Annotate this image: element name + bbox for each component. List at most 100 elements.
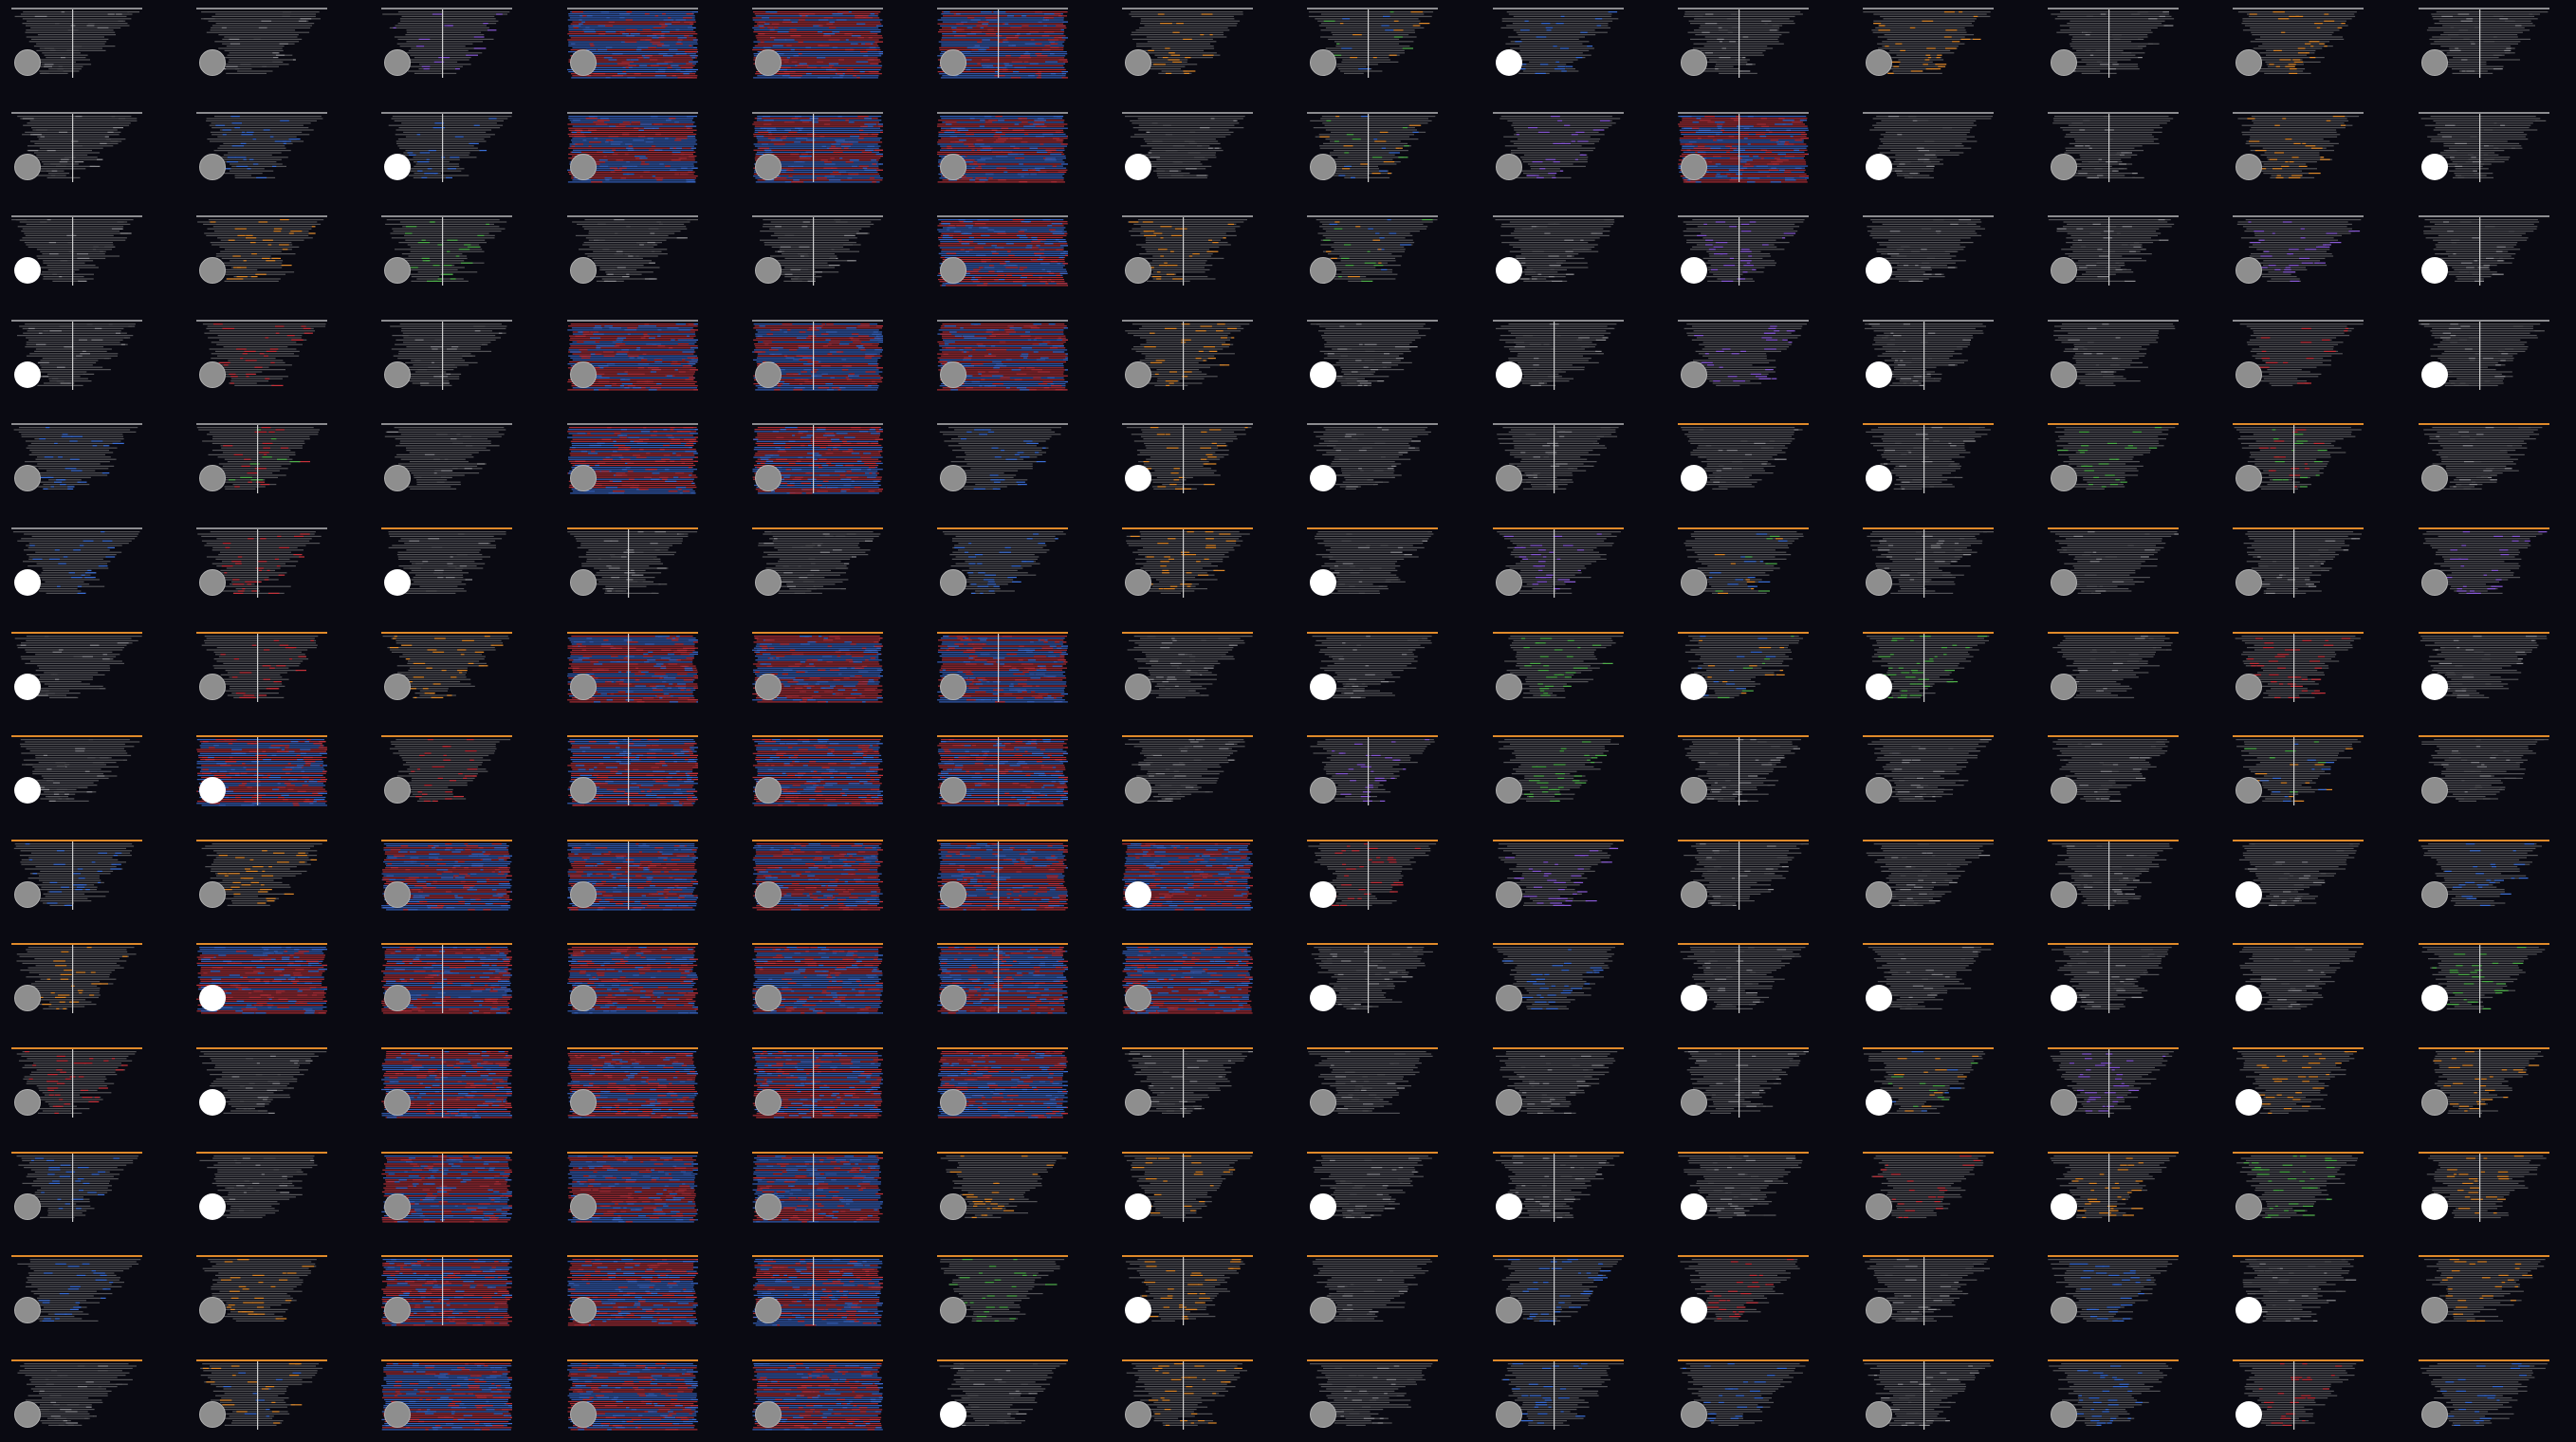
circle-toggle-icon[interactable]	[940, 361, 966, 388]
circle-toggle-icon[interactable]	[755, 361, 782, 388]
thumbnail-cell[interactable]	[2048, 215, 2179, 287]
circle-toggle-icon[interactable]	[1310, 361, 1336, 388]
thumbnail-cell[interactable]	[1307, 112, 1438, 184]
thumbnail-cell[interactable]	[196, 8, 327, 80]
circle-toggle-icon[interactable]	[755, 49, 782, 76]
thumbnail-cell[interactable]	[1863, 112, 1994, 184]
thumbnail-cell[interactable]	[1122, 112, 1253, 184]
thumbnail-cell[interactable]	[752, 112, 883, 184]
circle-toggle-icon[interactable]	[755, 257, 782, 284]
thumbnail-cell[interactable]	[1307, 8, 1438, 80]
circle-toggle-icon[interactable]	[1496, 49, 1522, 76]
thumbnail-cell[interactable]	[1678, 215, 1809, 287]
thumbnail-cell[interactable]	[1493, 215, 1624, 287]
circle-toggle-icon[interactable]	[1310, 257, 1336, 284]
thumbnail-cell[interactable]	[2419, 8, 2549, 80]
thumbnail-cell[interactable]	[381, 8, 512, 80]
thumbnail-cell[interactable]	[752, 320, 883, 392]
thumbnail-cell[interactable]	[196, 320, 327, 392]
thumbnail-cell[interactable]	[1678, 112, 1809, 184]
circle-toggle-icon[interactable]	[2236, 49, 2262, 76]
circle-toggle-icon[interactable]	[2051, 154, 2077, 180]
circle-toggle-icon[interactable]	[570, 49, 597, 76]
circle-toggle-icon[interactable]	[1496, 361, 1522, 388]
circle-toggle-icon[interactable]	[2421, 154, 2448, 180]
thumbnail-cell[interactable]	[2233, 215, 2364, 287]
thumbnail-cell[interactable]	[1493, 320, 1624, 392]
circle-toggle-icon[interactable]	[1866, 154, 1892, 180]
thumbnail-cell[interactable]	[2419, 320, 2549, 392]
thumbnail-cell[interactable]	[196, 112, 327, 184]
circle-toggle-icon[interactable]	[2421, 257, 2448, 284]
thumbnail-cell[interactable]	[11, 8, 142, 80]
circle-toggle-icon[interactable]	[14, 154, 41, 180]
thumbnail-cell[interactable]	[1493, 112, 1624, 184]
thumbnail-cell[interactable]	[381, 423, 512, 495]
circle-toggle-icon[interactable]	[384, 465, 411, 491]
circle-toggle-icon[interactable]	[570, 154, 597, 180]
thumbnail-cell[interactable]	[196, 423, 327, 495]
circle-toggle-icon[interactable]	[2051, 361, 2077, 388]
thumbnail-cell[interactable]	[2048, 320, 2179, 392]
circle-toggle-icon[interactable]	[199, 361, 226, 388]
circle-toggle-icon[interactable]	[1310, 154, 1336, 180]
circle-toggle-icon[interactable]	[1125, 49, 1151, 76]
circle-toggle-icon[interactable]	[384, 257, 411, 284]
circle-toggle-icon[interactable]	[2236, 257, 2262, 284]
circle-toggle-icon[interactable]	[199, 257, 226, 284]
circle-toggle-icon[interactable]	[570, 257, 597, 284]
thumbnail-cell[interactable]	[1863, 320, 1994, 392]
circle-toggle-icon[interactable]	[1866, 49, 1892, 76]
circle-toggle-icon[interactable]	[940, 257, 966, 284]
thumbnail-cell[interactable]	[937, 112, 1068, 184]
thumbnail-cell[interactable]	[937, 8, 1068, 80]
circle-toggle-icon[interactable]	[14, 465, 41, 491]
thumbnail-cell[interactable]	[11, 112, 142, 184]
thumbnail-cell[interactable]	[381, 112, 512, 184]
thumbnail-cell[interactable]	[752, 215, 883, 287]
circle-toggle-icon[interactable]	[2236, 361, 2262, 388]
circle-toggle-icon[interactable]	[1866, 361, 1892, 388]
thumbnail-cell[interactable]	[567, 215, 698, 287]
circle-toggle-icon[interactable]	[1496, 257, 1522, 284]
thumbnail-cell[interactable]	[196, 215, 327, 287]
circle-toggle-icon[interactable]	[1681, 154, 1707, 180]
circle-toggle-icon[interactable]	[1125, 154, 1151, 180]
circle-toggle-icon[interactable]	[199, 49, 226, 76]
thumbnail-cell[interactable]	[2233, 8, 2364, 80]
thumbnail-cell[interactable]	[567, 320, 698, 392]
thumbnail-cell[interactable]	[567, 8, 698, 80]
thumbnail-cell[interactable]	[381, 320, 512, 392]
thumbnail-cell[interactable]	[1863, 215, 1994, 287]
thumbnail-cell[interactable]	[11, 320, 142, 392]
thumbnail-cell[interactable]	[937, 320, 1068, 392]
circle-toggle-icon[interactable]	[2051, 49, 2077, 76]
thumbnail-cell[interactable]	[1863, 8, 1994, 80]
thumbnail-cell[interactable]	[2048, 112, 2179, 184]
thumbnail-cell[interactable]	[381, 215, 512, 287]
thumbnail-cell[interactable]	[11, 215, 142, 287]
circle-toggle-icon[interactable]	[199, 154, 226, 180]
thumbnail-cell[interactable]	[1122, 8, 1253, 80]
thumbnail-cell[interactable]	[567, 112, 698, 184]
circle-toggle-icon[interactable]	[1310, 49, 1336, 76]
thumbnail-cell[interactable]	[2233, 112, 2364, 184]
circle-toggle-icon[interactable]	[384, 154, 411, 180]
circle-toggle-icon[interactable]	[1125, 361, 1151, 388]
circle-toggle-icon[interactable]	[1681, 257, 1707, 284]
circle-toggle-icon[interactable]	[940, 49, 966, 76]
circle-toggle-icon[interactable]	[1496, 154, 1522, 180]
circle-toggle-icon[interactable]	[1681, 49, 1707, 76]
thumbnail-cell[interactable]	[1678, 320, 1809, 392]
thumbnail-cell[interactable]	[2233, 320, 2364, 392]
circle-toggle-icon[interactable]	[1681, 361, 1707, 388]
circle-toggle-icon[interactable]	[384, 49, 411, 76]
thumbnail-cell[interactable]	[1493, 8, 1624, 80]
thumbnail-cell[interactable]	[2048, 8, 2179, 80]
thumbnail-cell[interactable]	[937, 215, 1068, 287]
thumbnail-cell[interactable]	[2419, 112, 2549, 184]
circle-toggle-icon[interactable]	[14, 257, 41, 284]
thumbnail-cell[interactable]	[752, 8, 883, 80]
thumbnail-cell[interactable]	[1307, 320, 1438, 392]
circle-toggle-icon[interactable]	[755, 154, 782, 180]
